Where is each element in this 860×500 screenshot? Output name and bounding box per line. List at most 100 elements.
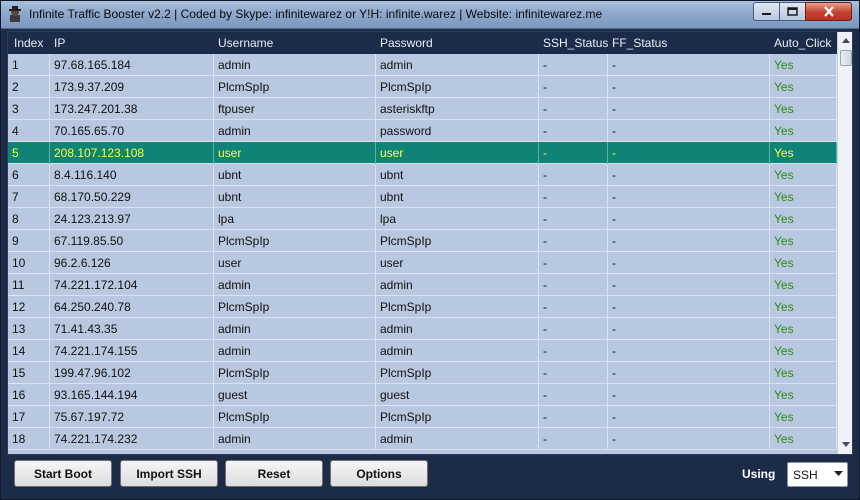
cell-ip: 67.119.85.50 xyxy=(50,230,214,252)
cell-ssh-status: - xyxy=(539,296,608,318)
cell-ssh-status: - xyxy=(539,120,608,142)
table-row[interactable]: 14 74.221.174.155 admin admin - - Yes xyxy=(8,340,837,362)
cell-username: admin xyxy=(214,318,376,340)
table-row[interactable]: 17 75.67.197.72 PlcmSpIp PlcmSpIp - - Yes xyxy=(8,406,837,428)
cell-ip: 173.9.37.209 xyxy=(50,76,214,98)
cell-ssh-status: - xyxy=(539,208,608,230)
cell-auto-click: Yes xyxy=(770,164,837,186)
cell-username: PlcmSpIp xyxy=(214,362,376,384)
column-header-password[interactable]: Password xyxy=(380,36,433,50)
table-row[interactable]: 3 173.247.201.38 ftpuser asteriskftp - - Yes xyxy=(8,98,837,120)
cell-auto-click: Yes xyxy=(770,142,837,164)
cell-ff-status: - xyxy=(608,76,770,98)
cell-password: admin xyxy=(376,428,539,450)
cell-ff-status: - xyxy=(608,384,770,406)
cell-username: PlcmSpIp xyxy=(214,406,376,428)
table-row[interactable]: 7 68.170.50.229 ubnt ubnt - - Yes xyxy=(8,186,837,208)
cell-auto-click: Yes xyxy=(770,362,837,384)
table-row[interactable]: 9 67.119.85.50 PlcmSpIp PlcmSpIp - - Yes xyxy=(8,230,837,252)
cell-ip: 96.2.6.126 xyxy=(50,252,214,274)
cell-username: user xyxy=(214,252,376,274)
reset-button[interactable]: Reset xyxy=(225,460,323,487)
table-row[interactable]: 13 71.41.43.35 admin admin - - Yes xyxy=(8,318,837,340)
cell-username: ubnt xyxy=(214,186,376,208)
using-select[interactable]: SSH xyxy=(787,462,848,487)
cell-auto-click: Yes xyxy=(770,252,837,274)
cell-ip: 97.68.165.184 xyxy=(50,54,214,76)
cell-ssh-status: - xyxy=(539,252,608,274)
maximize-button[interactable] xyxy=(779,2,806,21)
cell-auto-click: Yes xyxy=(770,274,837,296)
accounts-grid[interactable]: Index IP Username Password SSH_Status FF… xyxy=(7,31,853,455)
table-row[interactable]: 16 93.165.144.194 guest guest - - Yes xyxy=(8,384,837,406)
table-row[interactable]: 15 199.47.96.102 PlcmSpIp PlcmSpIp - - Yes xyxy=(8,362,837,384)
cell-ip: 208.107.123.108 xyxy=(50,142,214,164)
cell-password: admin xyxy=(376,54,539,76)
cell-password: lpa xyxy=(376,208,539,230)
cell-ssh-status: - xyxy=(539,362,608,384)
cell-index: 6 xyxy=(8,164,50,186)
cell-password: admin xyxy=(376,318,539,340)
cell-ff-status: - xyxy=(608,142,770,164)
cell-password: PlcmSpIp xyxy=(376,296,539,318)
cell-ip: 199.47.96.102 xyxy=(50,362,214,384)
vertical-scrollbar[interactable] xyxy=(837,32,852,454)
cell-index: 10 xyxy=(8,252,50,274)
table-row[interactable]: 6 8.4.116.140 ubnt ubnt - - Yes xyxy=(8,164,837,186)
cell-password: guest xyxy=(376,384,539,406)
scrollbar-thumb[interactable] xyxy=(840,50,852,66)
cell-ip: 173.247.201.38 xyxy=(50,98,214,120)
table-row[interactable]: 10 96.2.6.126 user user - - Yes xyxy=(8,252,837,274)
table-row[interactable]: 12 64.250.240.78 PlcmSpIp PlcmSpIp - - Yes xyxy=(8,296,837,318)
table-row[interactable]: 18 74.221.174.232 admin admin - - Yes xyxy=(8,428,837,450)
cell-username: PlcmSpIp xyxy=(214,230,376,252)
cell-index: 5 xyxy=(8,142,50,164)
cell-ff-status: - xyxy=(608,54,770,76)
cell-ssh-status: - xyxy=(539,340,608,362)
cell-auto-click: Yes xyxy=(770,296,837,318)
column-header-ssh-status[interactable]: SSH_Status xyxy=(543,36,608,50)
table-row[interactable]: 8 24.123.213.97 lpa lpa - - Yes xyxy=(8,208,837,230)
cell-ssh-status: - xyxy=(539,142,608,164)
import-ssh-button[interactable]: Import SSH xyxy=(120,460,218,487)
cell-ip: 24.123.213.97 xyxy=(50,208,214,230)
start-boot-button[interactable]: Start Boot xyxy=(14,460,112,487)
column-header-auto-click[interactable]: Auto_Click xyxy=(774,36,831,50)
cell-ssh-status: - xyxy=(539,384,608,406)
table-row[interactable]: 5 208.107.123.108 user user - - Yes xyxy=(8,142,837,164)
cell-auto-click: Yes xyxy=(770,208,837,230)
minimize-button[interactable] xyxy=(753,2,780,21)
cell-ssh-status: - xyxy=(539,230,608,252)
cell-ff-status: - xyxy=(608,230,770,252)
cell-auto-click: Yes xyxy=(770,98,837,120)
column-header-username[interactable]: Username xyxy=(218,36,273,50)
column-header-ip[interactable]: IP xyxy=(54,36,65,50)
cell-password: ubnt xyxy=(376,186,539,208)
cell-auto-click: Yes xyxy=(770,318,837,340)
cell-password: password xyxy=(376,120,539,142)
cell-ff-status: - xyxy=(608,208,770,230)
cell-index: 7 xyxy=(8,186,50,208)
cell-auto-click: Yes xyxy=(770,230,837,252)
close-button[interactable] xyxy=(805,2,852,21)
table-row[interactable]: 2 173.9.37.209 PlcmSpIp PlcmSpIp - - Yes xyxy=(8,76,837,98)
title-bar[interactable]: Infinite Traffic Booster v2.2 | Coded by… xyxy=(1,1,859,29)
cell-username: PlcmSpIp xyxy=(214,296,376,318)
cell-ssh-status: - xyxy=(539,98,608,120)
cell-ip: 71.41.43.35 xyxy=(50,318,214,340)
table-row[interactable]: 1 97.68.165.184 admin admin - - Yes xyxy=(8,54,837,76)
app-icon xyxy=(9,6,21,22)
chevron-down-icon xyxy=(834,471,843,476)
scroll-up-button[interactable] xyxy=(838,32,852,49)
column-header-ff-status[interactable]: FF_Status xyxy=(612,36,667,50)
cell-ff-status: - xyxy=(608,340,770,362)
cell-index: 14 xyxy=(8,340,50,362)
table-row[interactable]: 11 74.221.172.104 admin admin - - Yes xyxy=(8,274,837,296)
options-button[interactable]: Options xyxy=(330,460,428,487)
cell-index: 2 xyxy=(8,76,50,98)
cell-password: user xyxy=(376,142,539,164)
scroll-down-button[interactable] xyxy=(838,436,852,453)
table-row[interactable]: 4 70.165.65.70 admin password - - Yes xyxy=(8,120,837,142)
column-header-index[interactable]: Index xyxy=(14,36,43,50)
cell-ssh-status: - xyxy=(539,186,608,208)
